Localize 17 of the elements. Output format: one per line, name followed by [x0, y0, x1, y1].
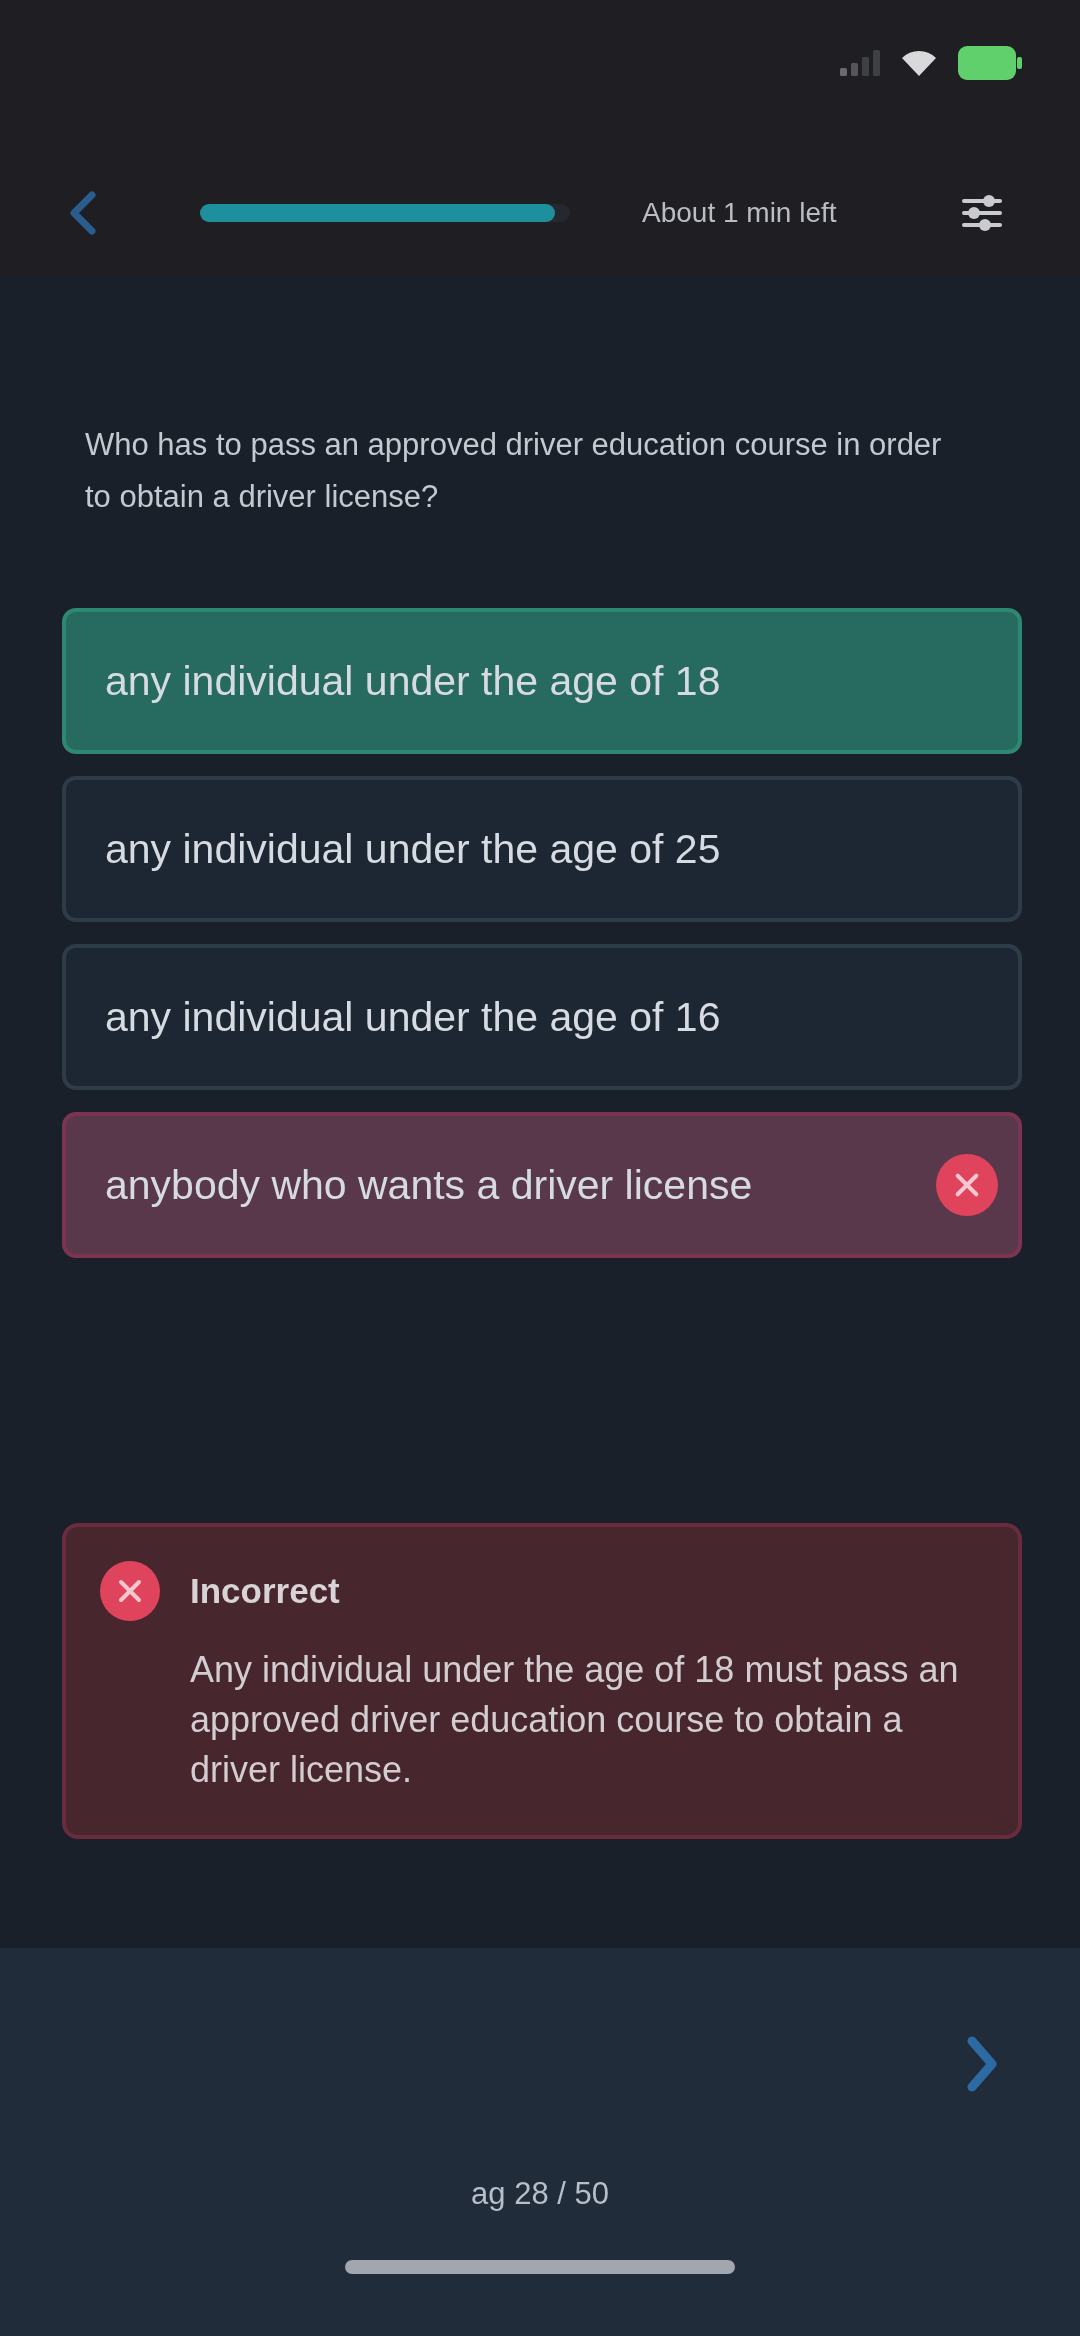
- sliders-icon[interactable]: [961, 193, 1003, 233]
- cross-circle-icon: [936, 1154, 998, 1216]
- next-chevron-icon[interactable]: [966, 2036, 998, 2092]
- signal-icon: [840, 50, 880, 76]
- answer-option[interactable]: any individual under the age of 25: [62, 776, 1022, 922]
- feedback-title: Incorrect: [190, 1571, 341, 1611]
- answer-option[interactable]: any individual under the age of 16: [62, 944, 1022, 1090]
- answer-option[interactable]: any individual under the age of 18: [62, 608, 1022, 754]
- cross-circle-icon: [100, 1561, 160, 1621]
- wifi-icon: [902, 50, 936, 76]
- answer-option[interactable]: anybody who wants a driver license: [62, 1112, 1022, 1258]
- question-counter: ag 28 / 50: [471, 2176, 609, 2212]
- time-left-text: About 1 min left: [642, 197, 837, 229]
- question-text: Who has to pass an approved driver education course in order to obtain a driver license?: [84, 426, 943, 516]
- battery-icon: [958, 46, 1022, 80]
- back-icon[interactable]: [68, 191, 96, 235]
- feedback-explanation: Any individual under the age of 18 must pass an approved driver education course to obtain a driver license.: [190, 1648, 960, 1792]
